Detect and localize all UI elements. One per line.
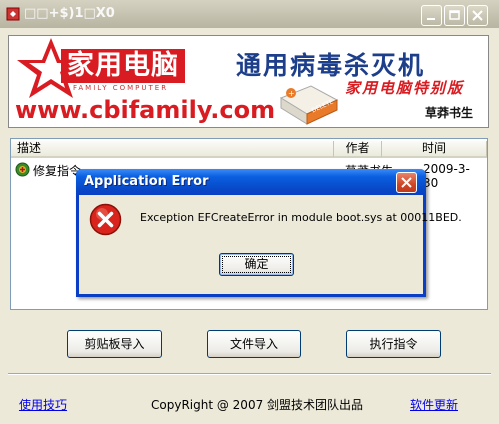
- logo: 家用电脑 FAMILY COMPUTER: [9, 36, 219, 101]
- column-header-author[interactable]: 作者: [334, 141, 382, 158]
- close-icon: [472, 10, 483, 21]
- dialog-title: Application Error: [84, 174, 209, 189]
- column-header-time[interactable]: 时间: [382, 141, 487, 158]
- logo-subtext: FAMILY COMPUTER: [73, 84, 169, 92]
- list-item-description: 修复指令: [33, 164, 82, 178]
- minimize-button[interactable]: [421, 5, 442, 26]
- logo-text: 家用电脑: [61, 49, 185, 83]
- banner-url: www.cbifamily.com: [15, 96, 276, 124]
- divider: [8, 373, 491, 375]
- update-link[interactable]: 软件更新: [410, 396, 458, 413]
- banner: 家用电脑 FAMILY COMPUTER www.cbifamily.com 通…: [8, 35, 489, 128]
- main-titlebar[interactable]: □□+$)1□X0: [0, 0, 499, 28]
- banner-subtitle: 家用电脑特别版: [345, 79, 465, 97]
- error-message: Exception EFCreateError in module boot.s…: [140, 211, 462, 224]
- column-header-description[interactable]: 描述: [11, 141, 334, 158]
- ok-button[interactable]: 确定: [219, 253, 294, 276]
- minimize-icon: [427, 18, 435, 20]
- file-import-button[interactable]: 文件导入: [207, 330, 301, 358]
- command-item-icon: [15, 162, 30, 177]
- execute-command-button[interactable]: 执行指令: [346, 330, 441, 358]
- dialog-titlebar[interactable]: Application Error: [76, 169, 426, 195]
- error-dialog: Application Error Exception EFCreateErro…: [76, 169, 462, 297]
- list-header: 描述 作者 时间: [11, 141, 487, 158]
- error-icon: [89, 203, 122, 236]
- app-icon: [6, 7, 20, 21]
- list-item-time: 2009-3-30: [423, 162, 470, 190]
- dialog-close-button[interactable]: [396, 172, 417, 193]
- maximize-button[interactable]: [444, 5, 465, 26]
- main-window: □□+$)1□X0 家用电脑 FAMILY COMPUTER www.cbifa…: [0, 0, 499, 424]
- close-button[interactable]: [467, 5, 488, 26]
- banner-author: 草莽书生: [425, 106, 474, 120]
- tips-link[interactable]: 使用技巧: [19, 396, 67, 413]
- svg-text:+: +: [288, 89, 295, 98]
- maximize-icon: [449, 10, 460, 20]
- eraser-icon: + DELETE: [279, 85, 339, 125]
- close-icon: [401, 177, 412, 188]
- copyright-text: CopyRight @ 2007 剑盟技术团队出品: [151, 398, 364, 412]
- window-title: □□+$)1□X0: [24, 6, 115, 21]
- paste-import-button[interactable]: 剪贴板导入: [67, 330, 162, 358]
